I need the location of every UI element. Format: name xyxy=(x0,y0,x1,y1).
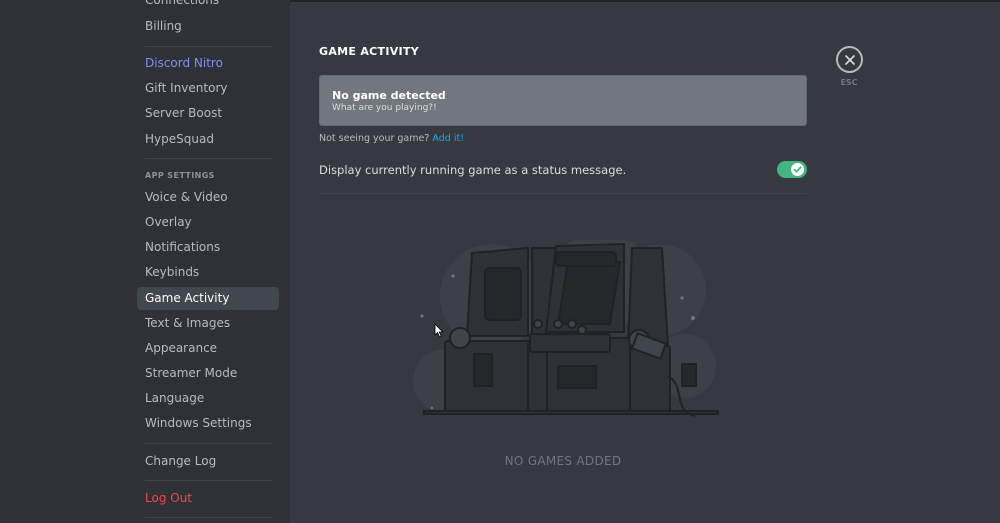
sidebar-item-game-activity[interactable]: Game Activity xyxy=(137,287,279,310)
sidebar-divider xyxy=(145,46,272,47)
section-divider xyxy=(319,193,807,194)
page-title: GAME ACTIVITY xyxy=(319,45,419,58)
sidebar-item-language[interactable]: Language xyxy=(137,387,279,410)
app-settings-header: APP SETTINGS xyxy=(145,171,215,180)
sidebar-item-discord-nitro[interactable]: Discord Nitro xyxy=(137,52,279,75)
sidebar-item-keybinds[interactable]: Keybinds xyxy=(137,261,279,284)
settings-sidebar: Connections Billing Discord Nitro Gift I… xyxy=(0,0,290,523)
sidebar-item-change-log[interactable]: Change Log xyxy=(137,450,279,473)
esc-label: ESC xyxy=(840,78,858,87)
empty-state-text: NO GAMES ADDED xyxy=(504,454,622,468)
sidebar-item-log-out[interactable]: Log Out xyxy=(137,487,279,510)
sidebar-divider xyxy=(145,158,272,159)
status-toggle[interactable] xyxy=(777,161,807,178)
sidebar-item-gift-inventory[interactable]: Gift Inventory xyxy=(137,77,279,100)
game-detection-title: No game detected xyxy=(332,89,446,102)
sidebar-divider xyxy=(145,517,272,518)
sidebar-item-overlay[interactable]: Overlay xyxy=(137,211,279,234)
sidebar-item-appearance[interactable]: Appearance xyxy=(137,337,279,360)
sidebar-item-connections[interactable]: Connections xyxy=(137,0,279,12)
not-seeing-label: Not seeing your game? xyxy=(319,133,430,144)
sidebar-item-windows-settings[interactable]: Windows Settings xyxy=(137,412,279,435)
close-settings[interactable]: ESC xyxy=(836,46,863,87)
close-button[interactable] xyxy=(836,46,863,73)
toggle-knob xyxy=(791,163,804,176)
not-seeing-game-text: Not seeing your game? Add it! xyxy=(319,133,464,144)
sidebar-item-server-boost[interactable]: Server Boost xyxy=(137,102,279,125)
status-toggle-label: Display currently running game as a stat… xyxy=(319,163,627,177)
settings-content: GAME ACTIVITY No game detected What are … xyxy=(290,0,1000,523)
arcade-machines-illustration xyxy=(413,240,719,417)
game-detection-box: No game detected What are you playing?! xyxy=(319,75,807,126)
sidebar-divider xyxy=(145,443,272,444)
game-detection-subtitle: What are you playing?! xyxy=(332,103,437,113)
sidebar-item-streamer-mode[interactable]: Streamer Mode xyxy=(137,362,279,385)
sidebar-divider xyxy=(145,480,272,481)
sidebar-item-notifications[interactable]: Notifications xyxy=(137,236,279,259)
checkmark-icon xyxy=(793,166,802,173)
close-icon xyxy=(844,54,855,65)
sidebar-item-voice-video[interactable]: Voice & Video xyxy=(137,186,279,209)
add-game-link[interactable]: Add it! xyxy=(432,133,464,144)
sidebar-item-text-images[interactable]: Text & Images xyxy=(137,312,279,335)
mouse-pointer-icon xyxy=(434,323,444,338)
sidebar-item-billing[interactable]: Billing xyxy=(137,15,279,38)
sidebar-item-hypesquad[interactable]: HypeSquad xyxy=(137,128,279,151)
